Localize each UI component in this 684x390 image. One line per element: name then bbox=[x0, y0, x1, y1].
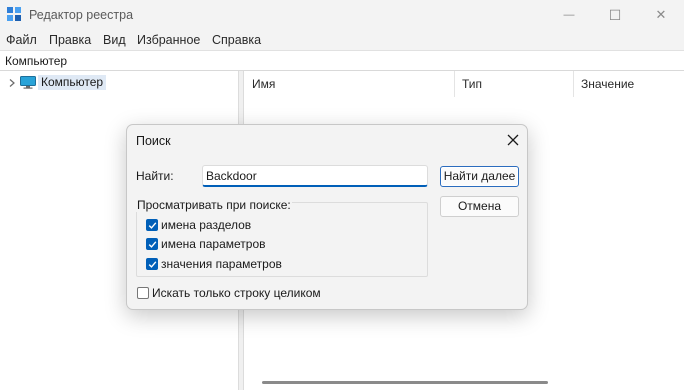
close-window-button[interactable]: ✕ bbox=[638, 0, 684, 30]
horizontal-scrollbar[interactable] bbox=[262, 381, 548, 384]
option-values-label: имена параметров bbox=[161, 237, 266, 251]
minimize-icon: — bbox=[563, 9, 575, 21]
option-values[interactable]: имена параметров bbox=[146, 236, 266, 252]
tree-item-computer[interactable]: Компьютер bbox=[38, 75, 107, 90]
find-next-button[interactable]: Найти далее bbox=[440, 166, 519, 187]
option-whole-string-label: Искать только строку целиком bbox=[152, 286, 321, 300]
close-icon: ✕ bbox=[655, 7, 667, 22]
maximize-icon: ☐ bbox=[608, 6, 622, 23]
column-header-name[interactable]: Имя bbox=[244, 71, 275, 97]
close-icon[interactable] bbox=[505, 132, 521, 148]
minimize-button[interactable]: — bbox=[546, 0, 592, 30]
checkbox-data[interactable] bbox=[146, 258, 158, 270]
cancel-button[interactable]: Отмена bbox=[440, 196, 519, 217]
regedit-app-icon bbox=[7, 7, 21, 21]
menu-edit[interactable]: Правка bbox=[49, 33, 91, 47]
chevron-right-icon[interactable] bbox=[8, 79, 16, 87]
column-header-type[interactable]: Тип bbox=[454, 71, 482, 97]
window-title: Редактор реестра bbox=[29, 8, 134, 22]
checkmark-icon bbox=[148, 221, 156, 229]
option-keys-label: имена разделов bbox=[161, 218, 252, 232]
find-input[interactable] bbox=[202, 165, 428, 187]
dialog-title: Поиск bbox=[136, 134, 171, 148]
menu-favorites[interactable]: Избранное bbox=[137, 33, 200, 47]
find-label: Найти: bbox=[136, 169, 174, 183]
look-at-legend: Просматривать при поиске: bbox=[136, 198, 292, 212]
column-header-value[interactable]: Значение bbox=[573, 71, 634, 97]
find-dialog: Поиск Найти: Найти далее Отмена Просматр… bbox=[126, 124, 528, 310]
address-bar[interactable]: Компьютер bbox=[0, 50, 684, 71]
checkbox-whole-string[interactable] bbox=[137, 287, 149, 299]
option-keys[interactable]: имена разделов bbox=[146, 217, 251, 233]
maximize-button[interactable]: ☐ bbox=[592, 0, 638, 30]
checkbox-values[interactable] bbox=[146, 238, 158, 250]
menu-help[interactable]: Справка bbox=[212, 33, 261, 47]
checkbox-keys[interactable] bbox=[146, 219, 158, 231]
title-bar: Редактор реестра — ☐ ✕ bbox=[0, 0, 684, 30]
option-data[interactable]: значения параметров bbox=[146, 256, 282, 272]
menu-bar: Файл Правка Вид Избранное Справка bbox=[0, 30, 684, 50]
address-path: Компьютер bbox=[5, 54, 68, 68]
computer-icon bbox=[20, 76, 36, 89]
checkmark-icon bbox=[148, 240, 156, 248]
menu-file[interactable]: Файл bbox=[6, 33, 37, 47]
checkmark-icon bbox=[148, 260, 156, 268]
menu-view[interactable]: Вид bbox=[103, 33, 126, 47]
option-data-label: значения параметров bbox=[161, 257, 282, 271]
option-whole-string[interactable]: Искать только строку целиком bbox=[137, 285, 321, 301]
